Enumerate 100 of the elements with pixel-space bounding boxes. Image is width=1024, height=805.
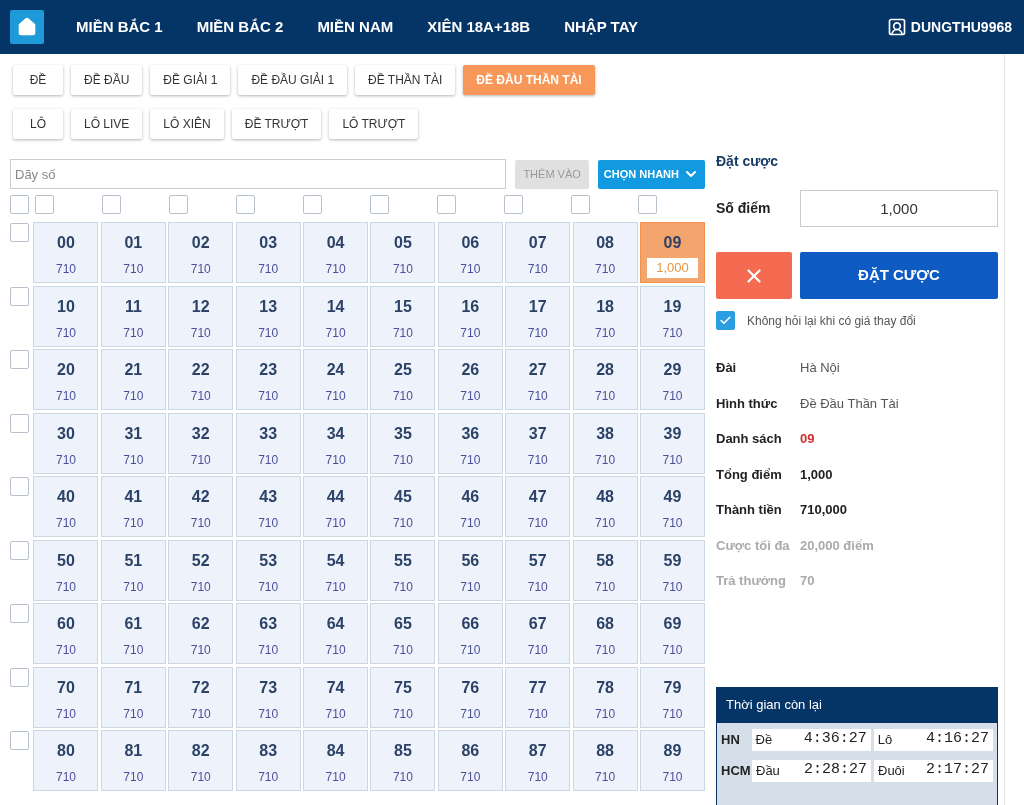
bet-type-tab[interactable]: ĐỀ TRƯỢT (231, 109, 322, 139)
select-all-checkbox[interactable] (10, 195, 29, 214)
number-cell[interactable]: 71 710 (100, 666, 166, 728)
number-cell[interactable]: 76 710 (437, 666, 503, 728)
number-cell[interactable]: 86 710 (437, 730, 503, 791)
number-cell[interactable]: 89 710 (640, 730, 705, 791)
number-cell[interactable]: 70 710 (33, 666, 99, 728)
number-cell[interactable]: 12 710 (168, 285, 234, 347)
number-cell[interactable]: 06 710 (437, 222, 503, 283)
number-cell[interactable]: 08 710 (572, 222, 638, 283)
username[interactable]: DUNGTHU9968 (910, 16, 1012, 38)
points-field[interactable]: 1,000 (800, 190, 998, 227)
bet-type-tab[interactable]: LÔ XIÊN (150, 109, 224, 139)
column-checkbox[interactable] (571, 195, 590, 214)
number-cell[interactable]: 48 710 (572, 476, 638, 537)
number-cell[interactable]: 43 710 (235, 476, 301, 537)
number-cell[interactable]: 27 710 (505, 349, 571, 410)
number-cell[interactable]: 68 710 (572, 603, 638, 664)
number-cell[interactable]: 01 710 (100, 222, 166, 283)
number-cell[interactable]: 62 710 (168, 603, 234, 664)
number-cell[interactable]: 77 710 (505, 666, 571, 728)
number-cell[interactable]: 11 710 (100, 285, 166, 347)
number-cell[interactable]: 53 710 (235, 539, 301, 601)
number-cell[interactable]: 61 710 (100, 603, 166, 664)
number-cell[interactable]: 31 710 (100, 412, 166, 474)
row-checkbox[interactable] (10, 223, 29, 242)
number-cell[interactable]: 52 710 (168, 539, 234, 601)
number-cell[interactable]: 65 710 (370, 603, 436, 664)
number-cell[interactable]: 29 710 (640, 349, 705, 410)
column-checkbox[interactable] (235, 195, 255, 214)
number-cell[interactable]: 05 710 (370, 222, 436, 283)
row-checkbox[interactable] (10, 350, 29, 369)
bet-type-tab[interactable]: ĐỀ (13, 65, 63, 95)
home-button[interactable] (10, 10, 44, 44)
number-cell[interactable]: 39 710 (640, 412, 705, 474)
number-cell[interactable]: 82 710 (168, 730, 234, 791)
number-cell[interactable]: 60 710 (33, 603, 99, 664)
number-cell[interactable]: 79 710 (640, 666, 705, 728)
number-cell[interactable]: 74 710 (303, 666, 369, 728)
number-cell[interactable]: 37 710 (505, 412, 571, 474)
number-cell[interactable]: 23 710 (235, 349, 301, 410)
number-cell[interactable]: 19 710 (640, 285, 705, 347)
number-cell[interactable]: 54 710 (303, 539, 369, 601)
row-checkbox[interactable] (10, 413, 29, 433)
number-cell[interactable]: 32 710 (168, 412, 234, 474)
number-cell[interactable]: 40 710 (33, 476, 99, 537)
number-cell[interactable]: 24 710 (303, 349, 369, 410)
column-checkbox[interactable] (503, 195, 523, 214)
nav-link[interactable]: MIỀN BẮC 2 (196, 15, 284, 39)
row-checkbox[interactable] (10, 667, 29, 687)
row-checkbox[interactable] (10, 540, 29, 560)
number-cell[interactable]: 21 710 (100, 349, 166, 410)
bet-type-tab[interactable]: LÔ (13, 109, 63, 139)
number-cell[interactable]: 16 710 (437, 285, 503, 347)
number-cell[interactable]: 25 710 (370, 349, 436, 410)
row-checkbox[interactable] (10, 477, 29, 496)
number-cell[interactable]: 33 710 (235, 412, 301, 474)
number-cell[interactable]: 47 710 (505, 476, 571, 537)
number-cell[interactable]: 72 710 (168, 666, 234, 728)
number-cell[interactable]: 03 710 (235, 222, 301, 283)
number-cell[interactable]: 46 710 (437, 476, 503, 537)
number-cell[interactable]: 28 710 (572, 349, 638, 410)
number-cell[interactable]: 04 710 (303, 222, 369, 283)
column-checkbox[interactable] (369, 195, 389, 214)
row-checkbox[interactable] (10, 604, 29, 623)
number-cell[interactable]: 34 710 (303, 412, 369, 474)
number-cell[interactable]: 59 710 (640, 539, 705, 601)
number-cell[interactable]: 10 710 (33, 285, 99, 347)
column-checkbox[interactable] (168, 195, 188, 214)
row-checkbox[interactable] (10, 286, 29, 306)
number-cell[interactable]: 20 710 (33, 349, 99, 410)
number-cell[interactable]: 57 710 (505, 539, 571, 601)
number-cell[interactable]: 49 710 (640, 476, 705, 537)
column-checkbox[interactable] (34, 195, 54, 214)
column-checkbox[interactable] (302, 195, 322, 214)
number-cell[interactable]: 66 710 (437, 603, 503, 664)
number-cell[interactable]: 87 710 (505, 730, 571, 791)
number-cell[interactable]: 41 710 (100, 476, 166, 537)
number-cell[interactable]: 55 710 (370, 539, 436, 601)
nav-link[interactable]: MIỀN BẮC 1 (76, 15, 163, 39)
nav-link[interactable]: NHẬP TAY (564, 15, 639, 39)
number-cell[interactable]: 30 710 (33, 412, 99, 474)
number-cell[interactable]: 50 710 (33, 539, 99, 601)
number-cell[interactable]: 69 710 (640, 603, 705, 664)
column-checkbox[interactable] (101, 195, 121, 214)
number-cell[interactable]: 35 710 (370, 412, 436, 474)
cancel-button[interactable] (716, 252, 792, 299)
number-cell[interactable]: 09 1,000 (640, 222, 705, 283)
number-cell[interactable]: 44 710 (303, 476, 369, 537)
number-cell[interactable]: 07 710 (505, 222, 571, 283)
column-checkbox[interactable] (436, 195, 456, 214)
number-cell[interactable]: 26 710 (437, 349, 503, 410)
number-cell[interactable]: 81 710 (100, 730, 166, 791)
number-cell[interactable]: 13 710 (235, 285, 301, 347)
number-cell[interactable]: 75 710 (370, 666, 436, 728)
bet-type-tab[interactable]: ĐỀ GIẢI 1 (150, 65, 231, 95)
no-ask-checkbox[interactable] (716, 311, 735, 330)
number-cell[interactable]: 88 710 (572, 730, 638, 791)
number-cell[interactable]: 64 710 (303, 603, 369, 664)
number-cell[interactable]: 45 710 (370, 476, 436, 537)
